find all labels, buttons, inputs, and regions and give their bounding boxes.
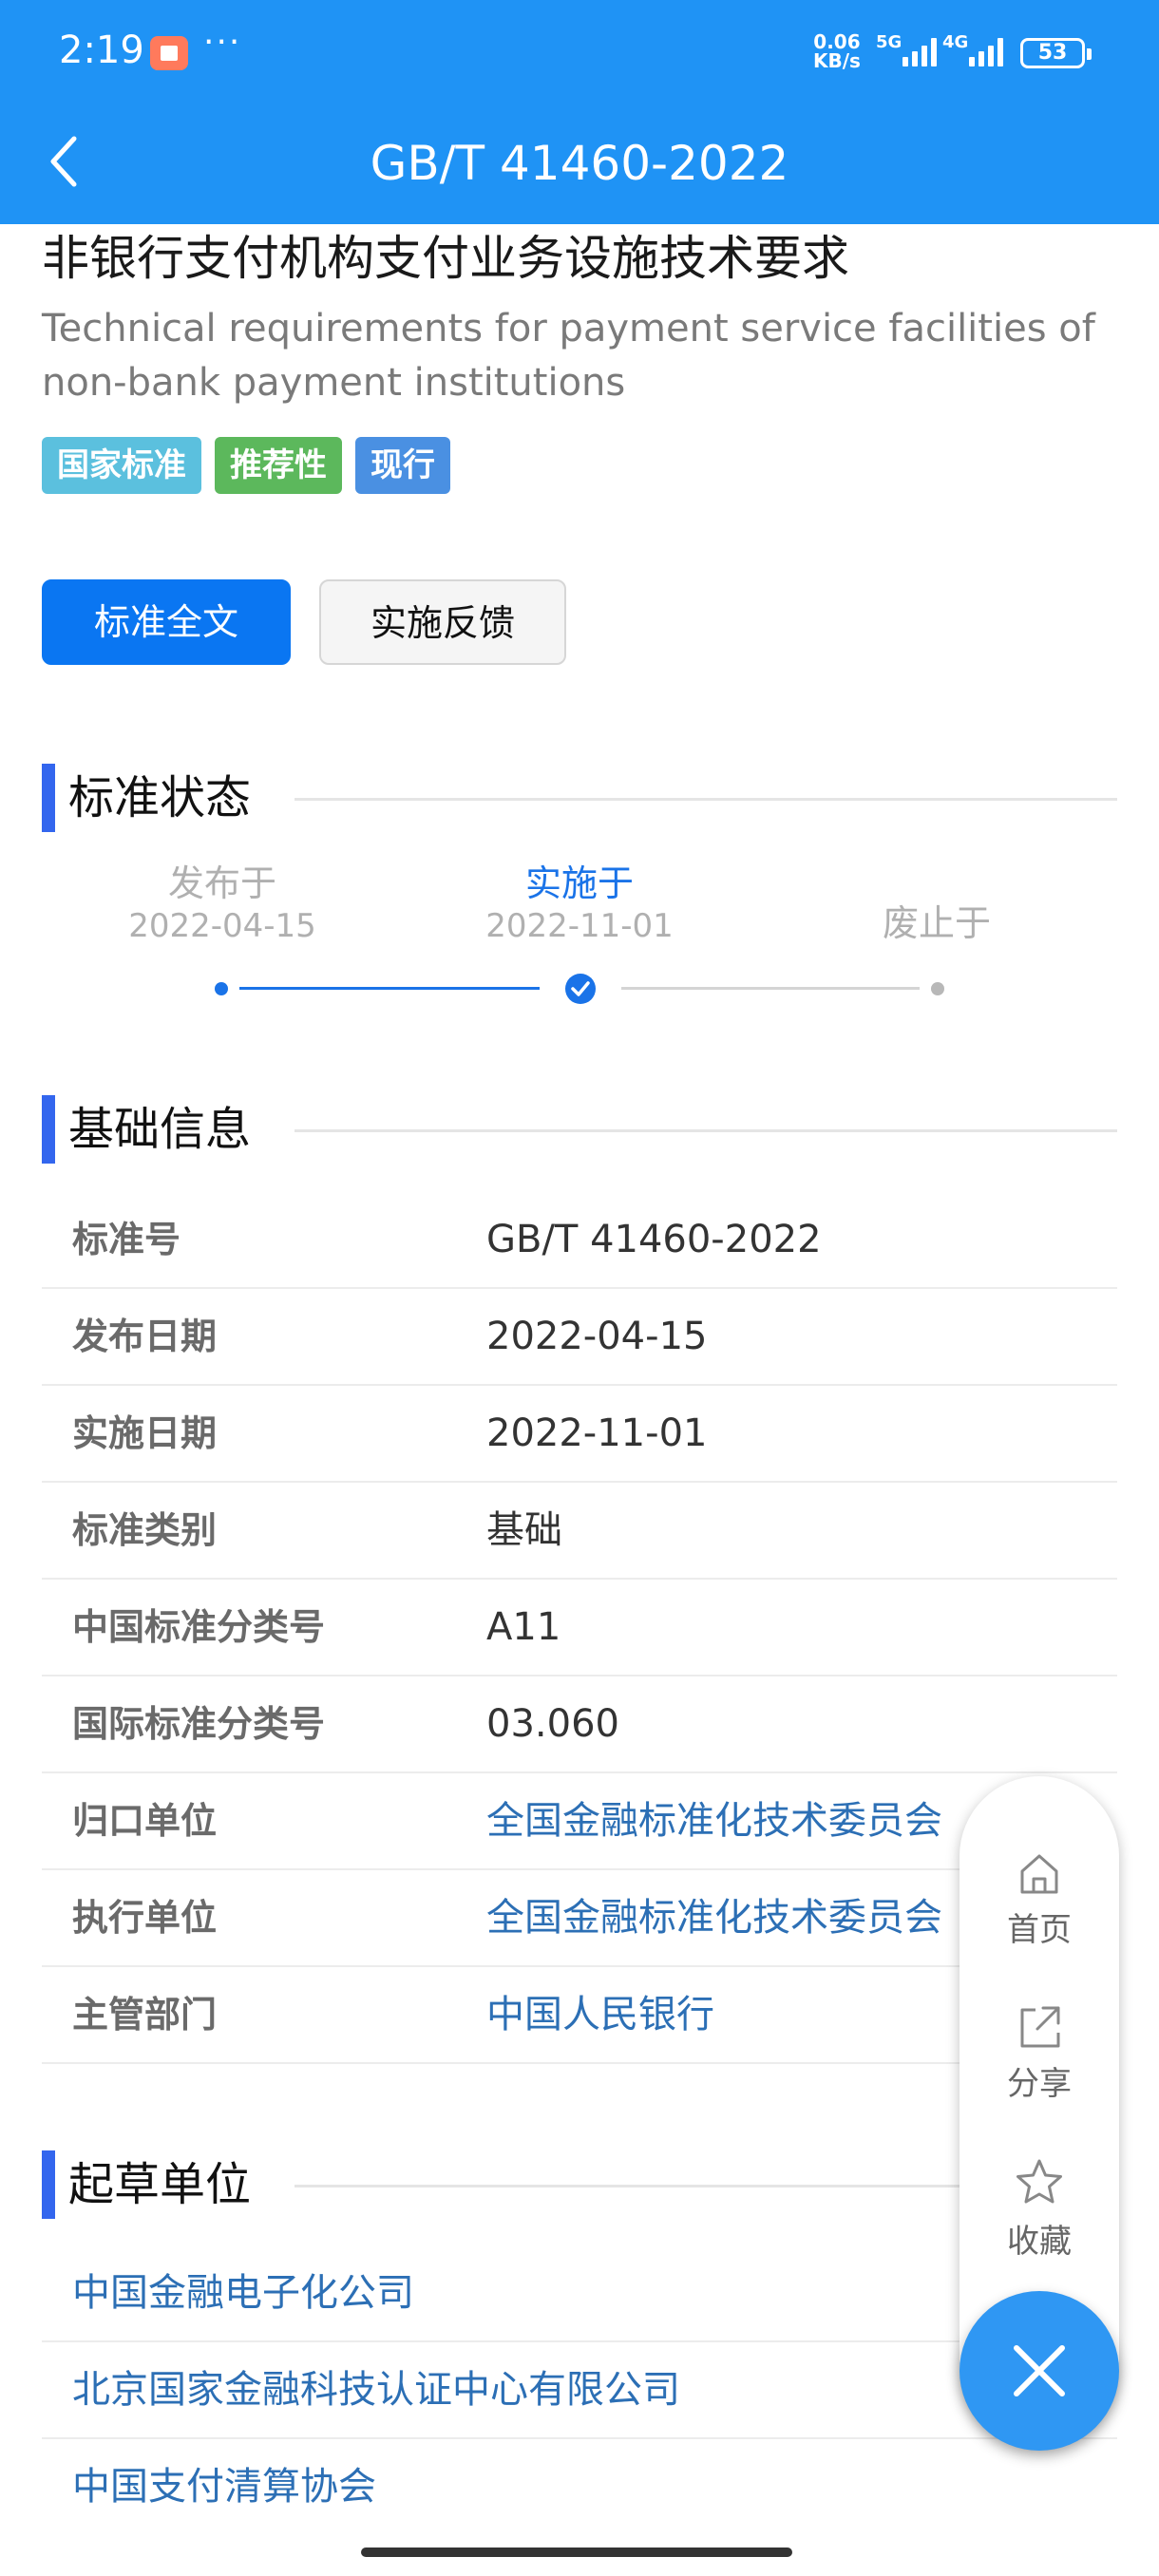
sim2-label: 4G xyxy=(942,32,969,52)
page-title: GB/T 41460-2022 xyxy=(370,136,789,191)
network-speed-value: 0.06 xyxy=(813,30,861,53)
info-key: 国际标准分类号 xyxy=(72,1703,326,1745)
sim1-label: 5G xyxy=(876,32,902,52)
section-header-status: 标准状态 xyxy=(42,764,1117,832)
favorite-button[interactable]: 收藏 xyxy=(960,2156,1119,2262)
standard-title-en: Technical requirements for payment servi… xyxy=(42,307,1095,405)
info-value: 2022-11-01 xyxy=(486,1411,708,1455)
section-accent-bar xyxy=(42,1095,55,1164)
section-header-drafters: 起草单位 xyxy=(42,2150,1117,2219)
app-notification-icon xyxy=(150,36,188,70)
committee-link[interactable]: 全国金融标准化技术委员会 xyxy=(486,1773,942,1868)
info-key: 发布日期 xyxy=(72,1316,218,1357)
drafter-link[interactable]: 中国支付清算协会 xyxy=(42,2439,1117,2536)
timeline-step-abolished-label: 废止于 xyxy=(882,902,991,944)
timeline-step-implemented-date: 2022-11-01 xyxy=(485,907,674,945)
info-key: 中国标准分类号 xyxy=(72,1606,326,1648)
status-bar: 2:19 ··· 0.06 KB/s 5G 4G 53 xyxy=(0,0,1159,106)
info-value: GB/T 41460-2022 xyxy=(486,1218,822,1261)
info-key: 实施日期 xyxy=(72,1412,218,1454)
info-key: 执行单位 xyxy=(72,1897,218,1939)
info-row-ics: 国际标准分类号 03.060 xyxy=(42,1676,1117,1773)
section-divider xyxy=(294,798,1117,801)
info-row-implement-date: 实施日期 2022-11-01 xyxy=(42,1386,1117,1483)
executing-unit-link[interactable]: 全国金融标准化技术委员会 xyxy=(486,1870,942,1965)
info-key: 主管部门 xyxy=(72,1994,218,2036)
signal-strength-icon xyxy=(969,36,1003,66)
info-key: 标准类别 xyxy=(72,1509,218,1551)
info-row-executing-unit: 执行单位 全国金融标准化技术委员会 xyxy=(42,1870,1117,1967)
info-row-standard-number: 标准号 GB/T 41460-2022 xyxy=(42,1192,1117,1289)
section-title: 起草单位 xyxy=(68,2158,252,2211)
section-title: 标准状态 xyxy=(68,771,252,824)
share-label: 分享 xyxy=(1007,2065,1072,2103)
section-title: 基础信息 xyxy=(68,1103,252,1156)
drafter-link[interactable]: 中国金融电子化公司 xyxy=(42,2245,1117,2342)
favorite-label: 收藏 xyxy=(1007,2223,1072,2261)
drafter-list: 中国金融电子化公司 北京国家金融科技认证中心有限公司 中国支付清算协会 xyxy=(42,2245,1117,2536)
tag-recommended: 推荐性 xyxy=(215,437,342,494)
status-time: 2:19 xyxy=(59,28,144,72)
info-row-technical-committee: 归口单位 全国金融标准化技术委员会 xyxy=(42,1773,1117,1870)
info-key: 标准号 xyxy=(72,1219,181,1260)
drafter-link[interactable]: 北京国家金融科技认证中心有限公司 xyxy=(42,2342,1117,2439)
section-accent-bar xyxy=(42,2150,55,2219)
feedback-button[interactable]: 实施反馈 xyxy=(319,579,566,665)
battery-icon: 53 xyxy=(1020,38,1092,68)
app-header: 2:19 ··· 0.06 KB/s 5G 4G 53 GB/T 41460-2… xyxy=(0,0,1159,224)
tag-current: 现行 xyxy=(355,437,450,494)
section-divider xyxy=(294,1129,1117,1132)
info-row-publish-date: 发布日期 2022-04-15 xyxy=(42,1289,1117,1386)
check-circle-icon xyxy=(565,974,596,1004)
info-row-category: 标准类别 基础 xyxy=(42,1483,1117,1580)
close-icon xyxy=(1014,2345,1065,2396)
timeline-step-implemented-label: 实施于 xyxy=(524,862,634,904)
basic-info-table: 标准号 GB/T 41460-2022 发布日期 2022-04-15 实施日期… xyxy=(42,1192,1117,2064)
info-value: 基础 xyxy=(486,1508,562,1552)
network-speed: 0.06 KB/s xyxy=(813,32,861,70)
tag-list: 国家标准 推荐性 现行 xyxy=(42,437,450,494)
info-value: 2022-04-15 xyxy=(486,1315,708,1358)
department-link[interactable]: 中国人民银行 xyxy=(486,1967,714,2062)
home-button[interactable]: 首页 xyxy=(960,1848,1119,1950)
more-notifications-icon: ··· xyxy=(203,23,242,62)
full-text-button[interactable]: 标准全文 xyxy=(42,579,291,665)
section-header-basic-info: 基础信息 xyxy=(42,1095,1117,1164)
info-key: 归口单位 xyxy=(72,1800,218,1842)
info-row-ccs: 中国标准分类号 A11 xyxy=(42,1580,1117,1676)
share-button[interactable]: 分享 xyxy=(960,2002,1119,2104)
home-icon xyxy=(1020,1854,1058,1894)
home-label: 首页 xyxy=(1007,1911,1072,1949)
tag-national-standard: 国家标准 xyxy=(42,437,201,494)
timeline-dot-published xyxy=(215,982,228,995)
info-row-competent-department: 主管部门 中国人民银行 xyxy=(42,1967,1117,2064)
info-value: 03.060 xyxy=(486,1702,619,1746)
share-icon xyxy=(1020,2006,1060,2048)
timeline-track-inactive xyxy=(621,987,920,990)
timeline-track-active xyxy=(239,987,540,990)
timeline-step-published-date: 2022-04-15 xyxy=(128,907,316,945)
info-value: A11 xyxy=(486,1605,561,1649)
star-icon xyxy=(1016,2159,1062,2204)
timeline-dot-abolished xyxy=(931,982,944,995)
gesture-home-indicator[interactable] xyxy=(361,2548,792,2557)
signal-strength-icon xyxy=(902,36,937,66)
timeline-step-published-label: 发布于 xyxy=(167,862,276,904)
close-menu-button[interactable] xyxy=(960,2291,1119,2451)
network-speed-unit: KB/s xyxy=(813,49,861,72)
standard-title-cn: 非银行支付机构支付业务设施技术要求 xyxy=(42,231,849,286)
section-accent-bar xyxy=(42,764,55,832)
